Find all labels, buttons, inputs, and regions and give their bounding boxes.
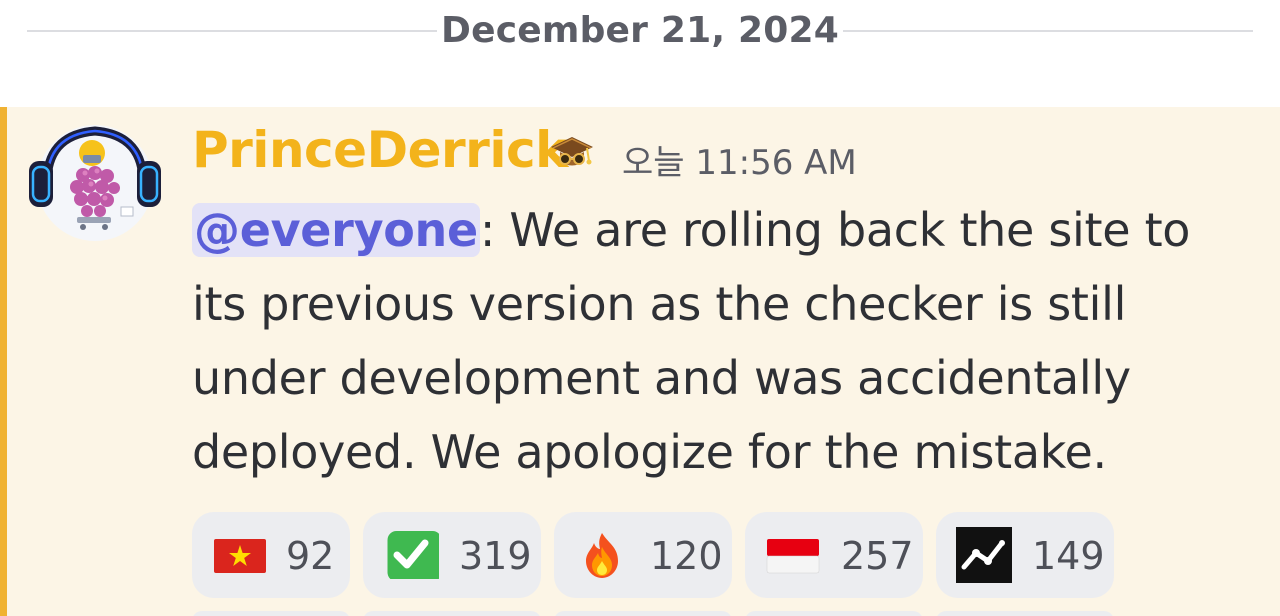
reaction-white-check-mark[interactable]: 319 <box>363 512 541 598</box>
reaction-partial[interactable] <box>936 611 1114 616</box>
reaction-partial[interactable] <box>192 611 350 616</box>
date-divider-text: December 21, 2024 <box>441 10 839 51</box>
reaction-count: 319 <box>459 534 532 578</box>
username[interactable]: PrinceDerrick <box>192 121 568 179</box>
reaction-indonesia-flag[interactable]: 257 <box>745 512 923 598</box>
message[interactable]: PrinceDerrick 오늘 11:56 AM @everyone: We … <box>0 107 1280 616</box>
indonesia-flag-icon <box>765 531 821 579</box>
graduation-cap-icon <box>547 129 597 175</box>
fire-icon <box>574 531 630 579</box>
chart-logo-icon <box>956 527 1012 583</box>
message-timestamp: 오늘 11:56 AM <box>622 143 857 183</box>
reaction-fire[interactable]: 120 <box>554 512 732 598</box>
check-mark-icon <box>383 531 442 582</box>
avatar[interactable] <box>25 121 165 245</box>
reaction-count: 149 <box>1032 534 1105 578</box>
reaction-partial[interactable] <box>554 611 732 616</box>
date-divider: December 21, 2024 <box>0 0 1280 64</box>
reaction-count: 92 <box>286 534 335 578</box>
reaction-partial[interactable] <box>363 611 541 616</box>
divider-line-left <box>27 30 437 32</box>
everyone-mention[interactable]: @everyone <box>192 203 480 257</box>
reaction-count: 120 <box>650 534 723 578</box>
vietnam-flag-icon <box>212 531 268 579</box>
mention-highlight-bar <box>0 107 7 616</box>
chat-view: December 21, 2024 PrinceDerrick 오늘 11:56… <box>0 0 1280 616</box>
message-content: @everyone: We are rolling back the site … <box>192 193 1252 489</box>
reaction-count: 257 <box>841 534 914 578</box>
reaction-chart-logo[interactable]: 149 <box>936 512 1114 598</box>
reactions-bar-row-2 <box>192 611 1192 616</box>
reaction-vietnam-flag[interactable]: 92 <box>192 512 350 598</box>
reaction-partial[interactable] <box>745 611 923 616</box>
divider-line-right <box>843 30 1253 32</box>
